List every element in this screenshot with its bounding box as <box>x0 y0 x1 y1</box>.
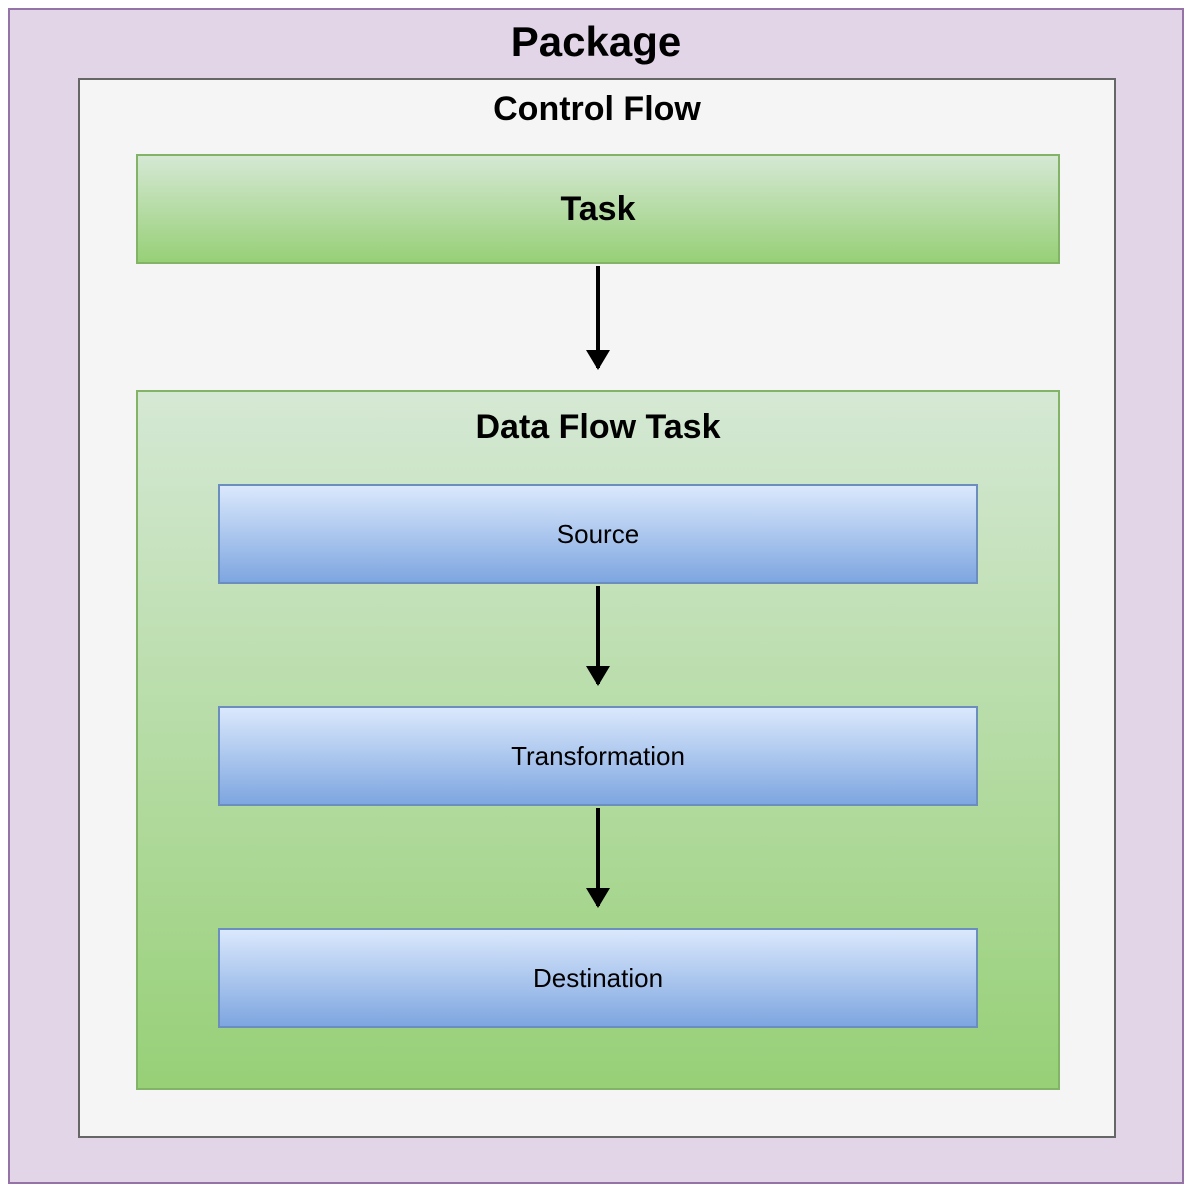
package-title: Package <box>10 10 1182 70</box>
data-flow-task-container: Data Flow Task Source Transformation Des… <box>136 390 1060 1090</box>
source-label: Source <box>557 519 639 550</box>
control-flow-title: Control Flow <box>80 80 1114 129</box>
destination-label: Destination <box>533 963 663 994</box>
package-container: Package Control Flow Task Data Flow Task… <box>8 8 1184 1184</box>
control-flow-container: Control Flow Task Data Flow Task Source … <box>78 78 1116 1138</box>
transformation-label: Transformation <box>511 741 685 772</box>
destination-box: Destination <box>218 928 978 1028</box>
transformation-box: Transformation <box>218 706 978 806</box>
arrow-transformation-to-destination <box>596 808 600 906</box>
arrow-task-to-dataflow <box>596 266 600 368</box>
arrow-source-to-transformation <box>596 586 600 684</box>
data-flow-task-title: Data Flow Task <box>138 392 1058 447</box>
source-box: Source <box>218 484 978 584</box>
task-label: Task <box>561 190 636 229</box>
task-box: Task <box>136 154 1060 264</box>
